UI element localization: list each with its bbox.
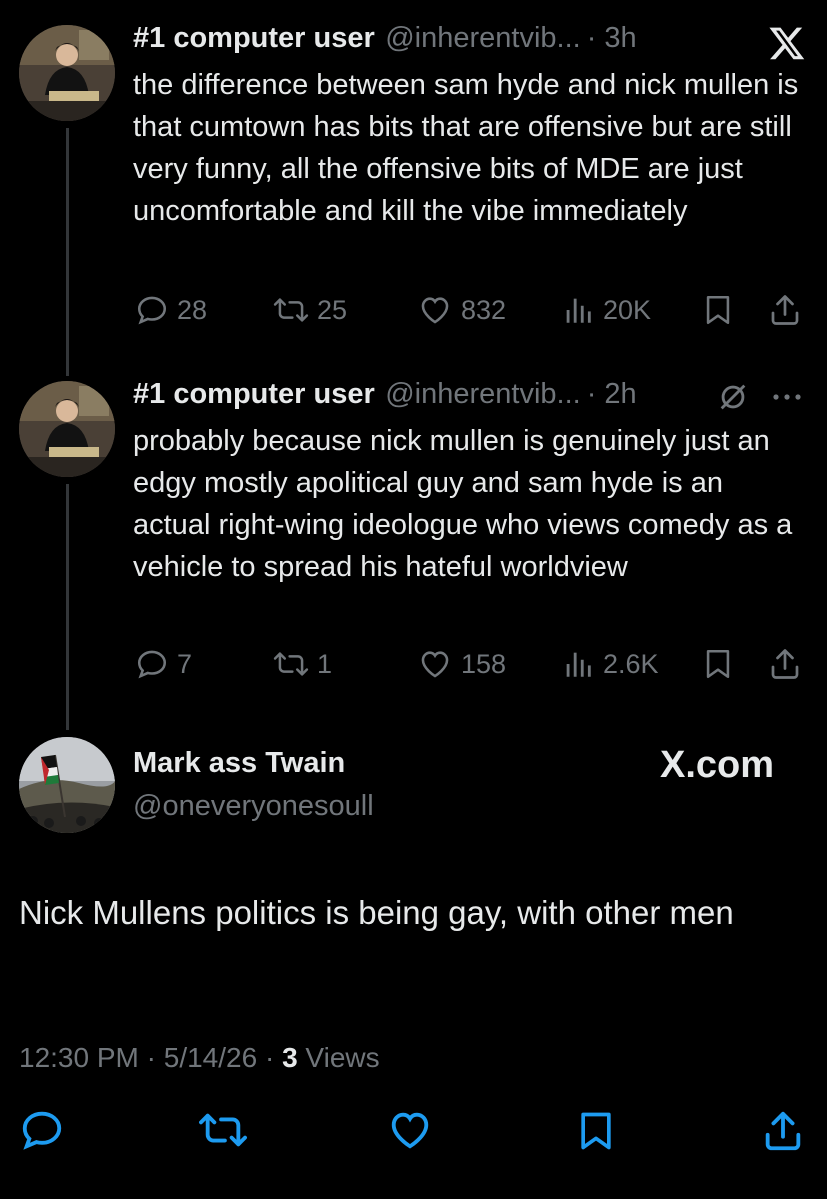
views-count: 20K	[603, 294, 652, 325]
tweet-author-handle[interactable]: @inherentvib...	[385, 22, 580, 54]
tweet-actions: 28 25 832 20K	[133, 290, 813, 330]
tweet-time[interactable]: 12:30 PM	[19, 1042, 139, 1073]
grok-icon[interactable]	[716, 380, 750, 419]
views-count: 2.6K	[603, 648, 659, 679]
views-count: 3	[282, 1042, 298, 1073]
tweet-actions: 7 1 158 2.6K	[133, 644, 813, 684]
views-button[interactable]: 2.6K	[561, 644, 659, 684]
share-icon	[767, 292, 803, 328]
bookmark-icon	[701, 646, 735, 682]
retweet-icon	[273, 293, 309, 327]
views-button[interactable]: 20K	[561, 290, 651, 330]
retweet-icon	[198, 1113, 248, 1157]
thread-line	[66, 128, 69, 376]
like-count: 158	[461, 648, 507, 679]
share-button[interactable]	[760, 1107, 806, 1160]
tweet-author-name[interactable]: #1 computer user	[133, 22, 375, 54]
reply-button[interactable]: 28	[135, 290, 207, 330]
retweet-button[interactable]: 1	[273, 644, 332, 684]
share-button[interactable]	[767, 290, 803, 330]
retweet-button[interactable]	[198, 1107, 248, 1158]
thread-line	[66, 484, 69, 730]
views-label: Views	[305, 1042, 380, 1073]
reply-count: 7	[177, 648, 193, 679]
heart-icon	[386, 1112, 434, 1157]
tweet-author-name[interactable]: #1 computer user	[133, 378, 375, 410]
bookmark-button[interactable]	[574, 1107, 618, 1160]
like-button[interactable]	[386, 1107, 434, 1158]
tweet-text: the difference between sam hyde and nick…	[133, 69, 799, 227]
retweet-count: 25	[317, 294, 348, 325]
bookmark-icon	[701, 292, 735, 328]
more-options-icon[interactable]	[770, 388, 804, 411]
tweet-text: probably because nick mullen is genuinel…	[133, 425, 793, 583]
share-icon	[767, 646, 803, 682]
avatar[interactable]	[19, 381, 115, 477]
avatar[interactable]	[19, 737, 115, 833]
tweet-timestamp[interactable]: · 2h	[587, 378, 637, 410]
main-tweet-actions	[0, 1107, 827, 1155]
main-author-handle[interactable]: @oneveryonesoull	[133, 790, 374, 823]
reply-button[interactable]: 7	[135, 644, 192, 684]
bookmark-button[interactable]	[701, 644, 735, 684]
xcom-watermark: X.com	[660, 744, 775, 786]
x-logo-icon[interactable]	[768, 24, 806, 67]
avatar[interactable]	[19, 25, 115, 121]
heart-icon	[417, 647, 453, 681]
tweet-author-handle[interactable]: @inherentvib...	[385, 378, 580, 410]
tweet-timestamp[interactable]: · 3h	[587, 22, 637, 54]
main-tweet-text: Nick Mullens politics is being gay, with…	[19, 894, 734, 931]
heart-icon	[417, 293, 453, 327]
retweet-icon	[273, 647, 309, 681]
bookmark-icon	[574, 1112, 618, 1159]
like-button[interactable]: 158	[417, 644, 506, 684]
like-button[interactable]: 832	[417, 290, 506, 330]
views-icon	[561, 293, 595, 327]
tweet-meta: 12:30 PM · 5/14/26 · 3 Views	[19, 1042, 380, 1073]
reply-count: 28	[177, 294, 208, 325]
retweet-button[interactable]: 25	[273, 290, 347, 330]
retweet-count: 1	[317, 648, 333, 679]
bookmark-button[interactable]	[701, 290, 735, 330]
tweet-date[interactable]: 5/14/26	[164, 1042, 257, 1073]
share-icon	[760, 1111, 806, 1159]
reply-icon	[135, 293, 169, 327]
reply-icon	[135, 647, 169, 681]
views-icon	[561, 647, 595, 681]
reply-button[interactable]	[19, 1107, 65, 1158]
main-author-name[interactable]: Mark ass Twain	[133, 747, 345, 780]
reply-icon	[19, 1111, 65, 1157]
like-count: 832	[461, 294, 507, 325]
share-button[interactable]	[767, 644, 803, 684]
